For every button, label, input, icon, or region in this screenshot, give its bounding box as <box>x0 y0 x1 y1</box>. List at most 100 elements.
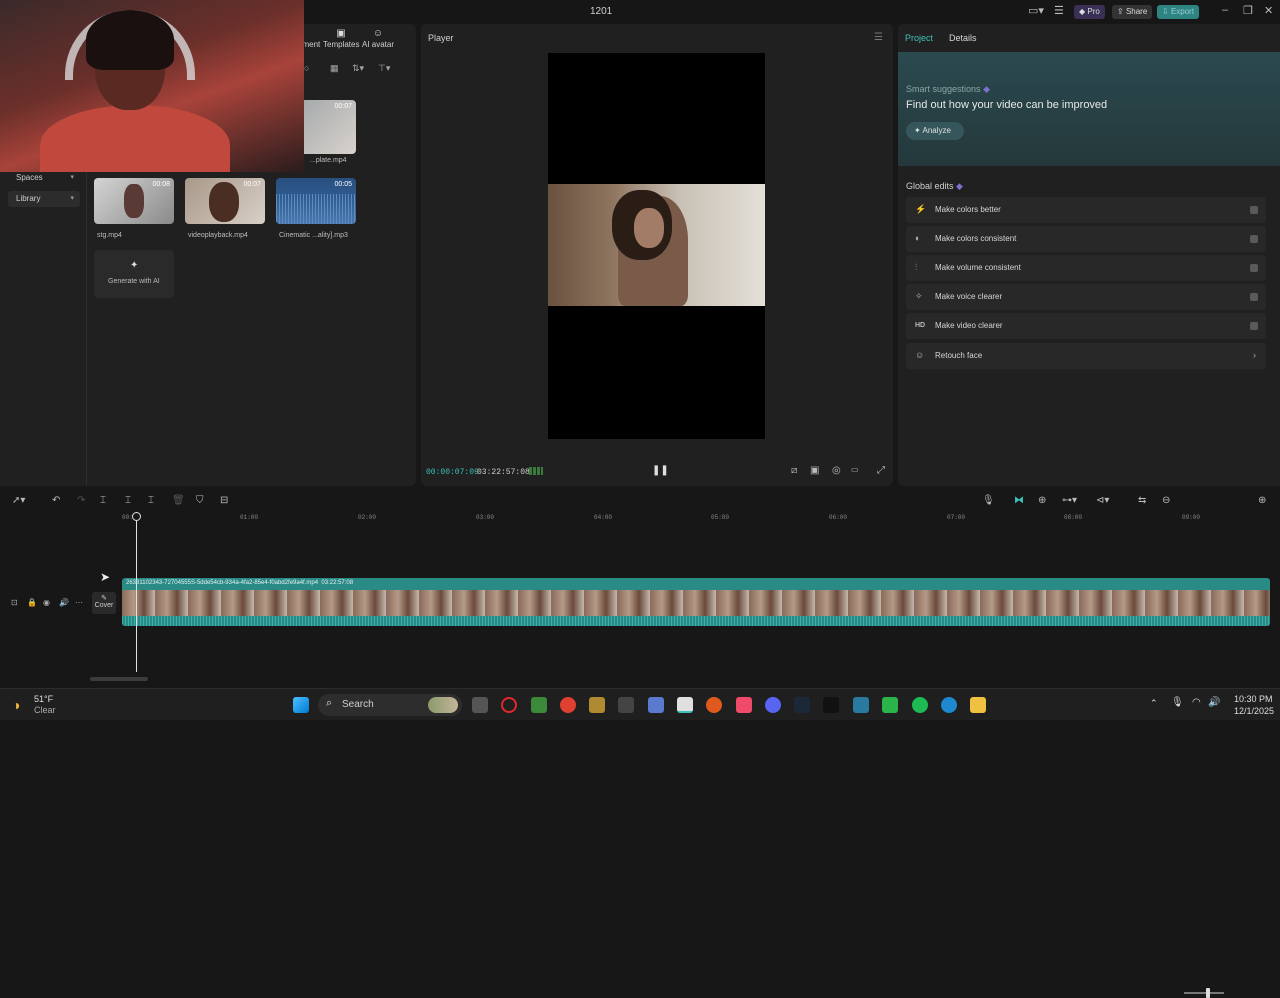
zoom-in-icon[interactable]: ⊕ <box>1258 495 1266 506</box>
microphone-icon[interactable]: 🎙 <box>982 495 995 506</box>
ratio-icon[interactable]: ▭ <box>851 465 859 474</box>
select-all-icon[interactable]: ○ <box>304 63 309 73</box>
spotify-icon[interactable] <box>912 697 928 713</box>
app-orange-icon[interactable] <box>706 697 722 713</box>
tab-ai-avatar[interactable]: ☺ AI avatar <box>361 28 395 49</box>
sidebar-item-library[interactable]: Library ▾ <box>8 191 80 207</box>
ruler-tick: 06:00 <box>829 514 848 521</box>
edit-row-retouch-face[interactable]: ☺ Retouch face › <box>906 343 1266 369</box>
more-icon[interactable]: ⋯ <box>75 598 83 607</box>
analyze-button[interactable]: ✦ Analyze <box>906 122 964 140</box>
eye-icon[interactable]: ◉ <box>43 598 50 607</box>
edit-row-video-clearer[interactable]: HD Make video clearer <box>906 313 1266 339</box>
start-icon[interactable] <box>293 697 309 713</box>
discord-icon[interactable] <box>765 697 781 713</box>
edit-row-colors-better[interactable]: ⚡ Make colors better <box>906 197 1266 223</box>
magnet-icon[interactable]: ⧓ <box>1014 495 1024 506</box>
zoom-slider-handle[interactable] <box>1206 988 1210 998</box>
toggle[interactable] <box>1250 293 1258 301</box>
close-icon[interactable]: ✕ <box>1264 4 1273 17</box>
preview-axis-icon[interactable]: ⊲▾ <box>1096 495 1109 506</box>
minecraft-launcher-icon[interactable] <box>531 697 547 713</box>
split-right-icon[interactable]: ⌶ <box>148 495 154 506</box>
undo-icon[interactable]: ↶ <box>52 495 60 506</box>
shortcut-icon[interactable]: ☰ <box>1054 4 1064 17</box>
clock-date[interactable]: 12/1/2025 <box>1234 706 1274 716</box>
app-icon[interactable] <box>589 697 605 713</box>
menu-icon[interactable]: ☰ <box>874 32 883 43</box>
sort-icon[interactable]: ⇅▾ <box>352 63 364 74</box>
export-button[interactable]: ⇩ Export <box>1157 5 1200 19</box>
timeline-ruler[interactable]: 00:00 01:00 02:00 03:00 04:00 05:00 06:0… <box>120 512 1280 524</box>
select-tool-icon[interactable]: ➚▾ <box>12 495 25 506</box>
filter-icon[interactable]: ⊤▾ <box>378 63 390 74</box>
edit-row-colors-consistent[interactable]: ◐ Make colors consistent <box>906 226 1266 252</box>
chain-icon[interactable]: ⊶▾ <box>1062 495 1077 506</box>
media-thumb-stg[interactable]: 00:08 <box>94 178 174 224</box>
tiktok-icon[interactable] <box>823 697 839 713</box>
tab-templates[interactable]: ▣ Templates <box>323 28 359 49</box>
photos-icon[interactable] <box>853 697 869 713</box>
link-icon[interactable]: ⊕ <box>1038 495 1046 506</box>
trim-icon[interactable]: ⧄ <box>791 465 797 476</box>
edit-row-volume-consistent[interactable]: ⫶ Make volume consistent <box>906 255 1266 281</box>
playhead[interactable] <box>132 512 141 672</box>
xbox-icon[interactable] <box>882 697 898 713</box>
music-icon[interactable] <box>736 697 752 713</box>
media-thumb-videoplayback[interactable]: 00:07 <box>185 178 265 224</box>
video-canvas[interactable] <box>548 53 765 439</box>
file-explorer-icon[interactable] <box>970 697 986 713</box>
vpn-icon[interactable] <box>648 697 664 713</box>
opera-icon[interactable] <box>501 697 517 713</box>
chevron-up-icon[interactable]: ⌃ <box>1150 698 1158 709</box>
fit-icon[interactable]: ⇆ <box>1138 495 1146 506</box>
wifi-icon[interactable]: ◠ <box>1192 697 1201 708</box>
toggle[interactable] <box>1250 235 1258 243</box>
video-clip[interactable]: 26331102343-72704555S-5dde54cb-934a-4fa2… <box>122 578 1270 626</box>
redo-icon[interactable]: ↷ <box>77 495 85 506</box>
cover-button[interactable]: ✎ Cover <box>92 592 116 614</box>
tab-project[interactable]: Project <box>905 33 933 43</box>
edge-icon[interactable] <box>941 697 957 713</box>
zoom-slider[interactable] <box>1184 992 1224 994</box>
fullres-icon[interactable]: ▣ <box>810 465 819 476</box>
volume-icon[interactable]: 🔊 <box>59 598 69 607</box>
lock-icon[interactable]: 🔒 <box>27 598 37 607</box>
zoom-out-icon[interactable]: ⊖ <box>1162 495 1170 506</box>
microphone-icon[interactable]: 🎙 <box>1171 697 1184 708</box>
snapshot-icon[interactable]: ◎ <box>832 465 841 476</box>
minimize-icon[interactable]: – <box>1222 4 1228 16</box>
grid-view-icon[interactable]: ▦ <box>330 63 339 74</box>
steam-icon[interactable] <box>794 697 810 713</box>
edit-row-voice-clearer[interactable]: ✧ Make voice clearer <box>906 284 1266 310</box>
maximize-icon[interactable]: ❐ <box>1243 4 1253 17</box>
toggle[interactable] <box>1250 322 1258 330</box>
tab-details[interactable]: Details <box>949 33 977 43</box>
task-view-icon[interactable] <box>472 697 488 713</box>
share-button[interactable]: ⇪ Share <box>1112 5 1153 19</box>
clock-time[interactable]: 10:30 PM <box>1234 694 1273 704</box>
timeline-scrollbar[interactable] <box>90 677 148 681</box>
playhead-handle[interactable] <box>132 512 141 521</box>
capcut-icon[interactable] <box>677 697 693 713</box>
generate-with-ai-button[interactable]: ✦ Generate with AI <box>94 250 174 298</box>
media-thumb-cinematic[interactable]: 00:05 <box>276 178 356 224</box>
toggle[interactable] <box>1250 264 1258 272</box>
fullscreen-icon[interactable]: ⤢ <box>877 465 885 476</box>
caption-icon[interactable]: ⊟ <box>220 495 228 506</box>
toggle[interactable] <box>1250 206 1258 214</box>
pro-button[interactable]: ◆ Pro <box>1074 5 1105 19</box>
delete-icon[interactable]: 🗑 <box>172 495 185 506</box>
weather-icon[interactable]: ◑ <box>12 697 20 713</box>
search-input[interactable]: ⌕ Search <box>318 694 462 716</box>
split-icon[interactable]: ⌶ <box>100 495 106 506</box>
sidebar-item-spaces[interactable]: Spaces ▾ <box>8 170 80 186</box>
track-visibility-icon[interactable]: ⊡ <box>11 598 18 607</box>
marker-icon[interactable]: ⛉ <box>196 495 204 506</box>
layout-icon[interactable]: ▭▾ <box>1028 4 1044 17</box>
pause-icon[interactable]: ❚❚ <box>652 465 669 476</box>
speaker-icon[interactable]: 🔊 <box>1208 697 1220 708</box>
keyboard-icon[interactable] <box>618 697 634 713</box>
chrome-icon[interactable] <box>560 697 576 713</box>
split-left-icon[interactable]: ⌶ <box>125 495 131 506</box>
